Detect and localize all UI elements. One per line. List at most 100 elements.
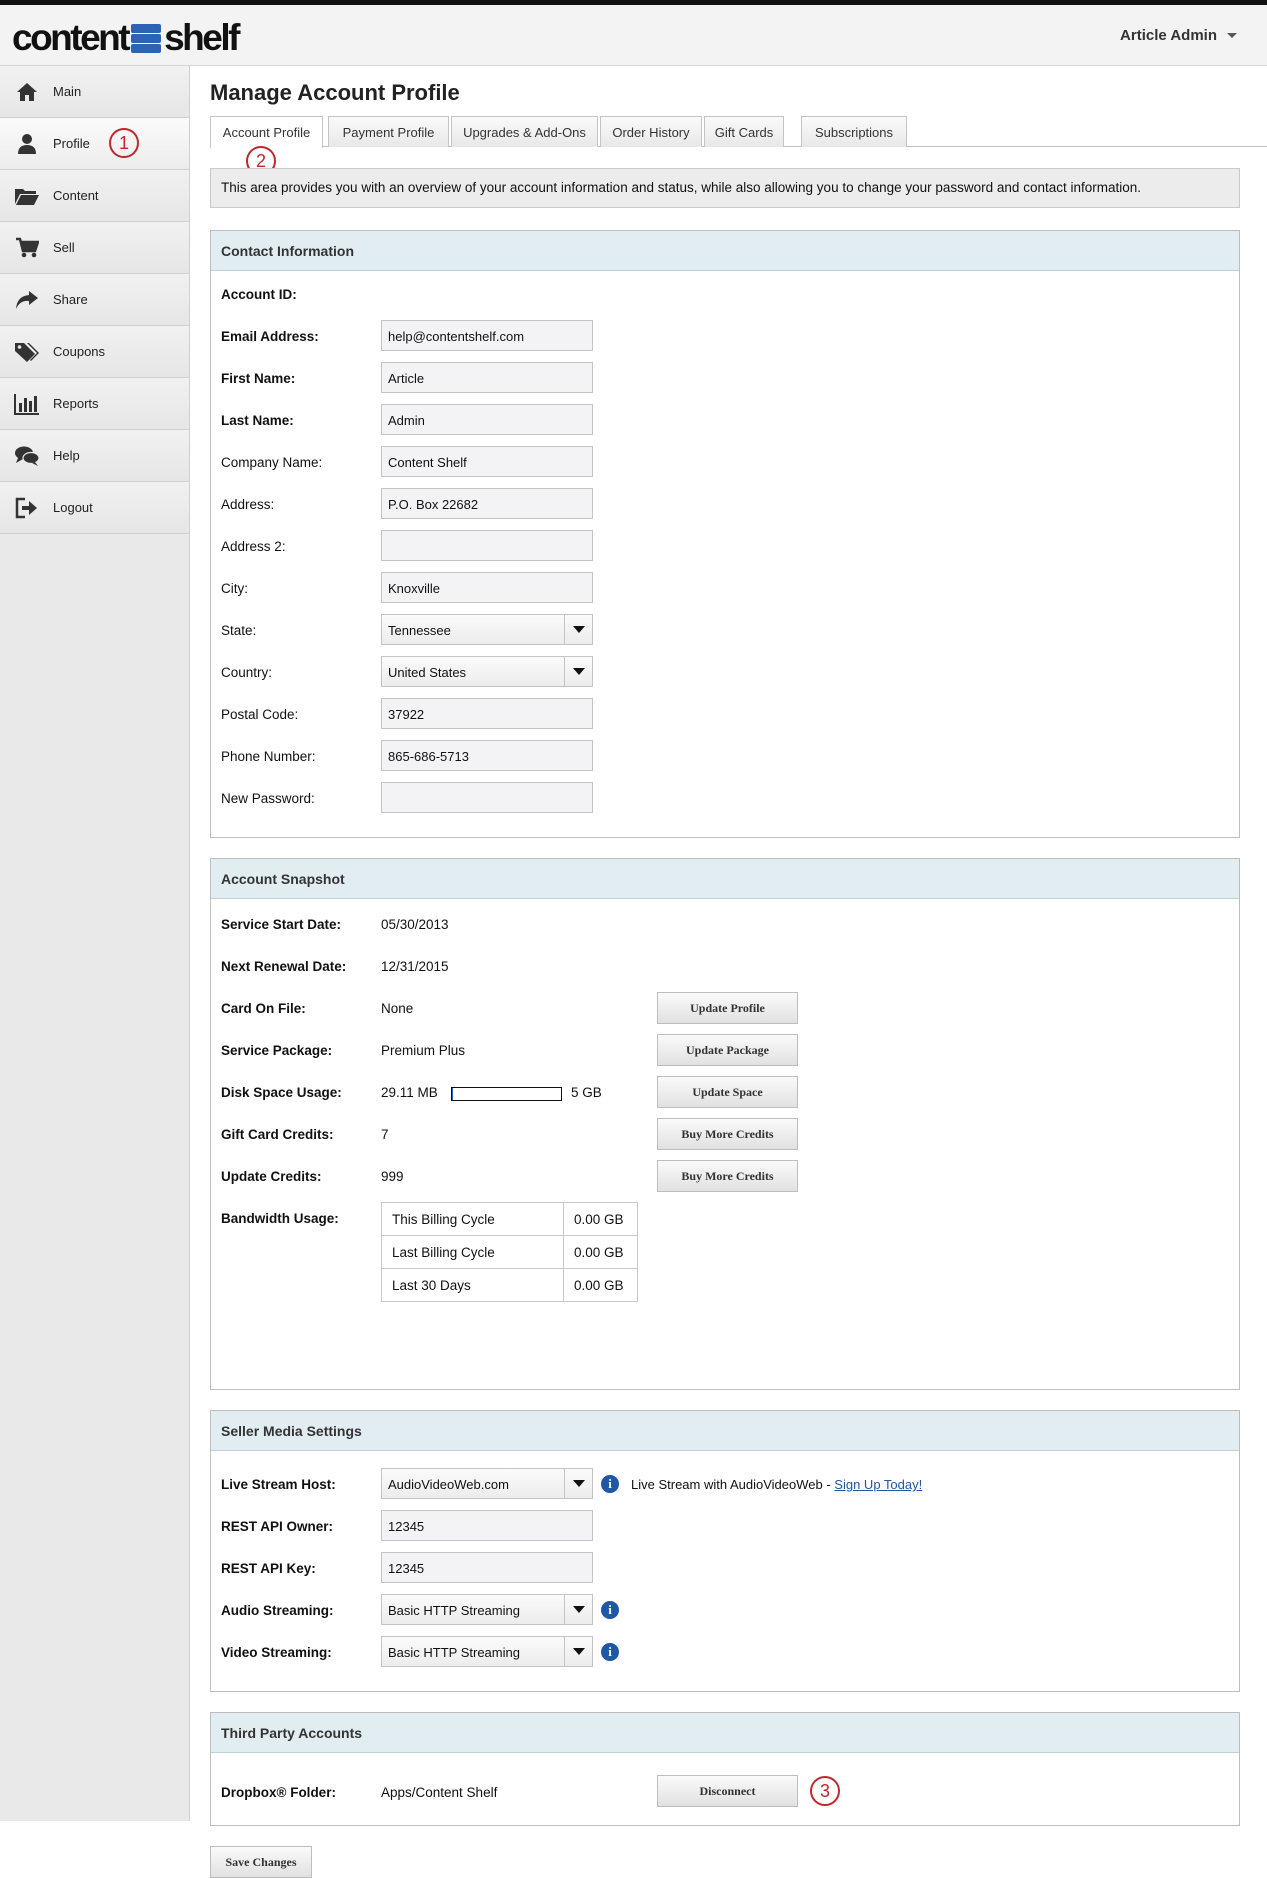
last-name-label: Last Name: — [221, 413, 294, 428]
postal-code-label: Postal Code: — [221, 707, 299, 722]
service-start-value: 05/30/2013 — [381, 917, 449, 932]
rest-api-key-label: REST API Key: — [221, 1561, 316, 1576]
tab-gift-cards[interactable]: Gift Cards — [704, 116, 784, 147]
panel-title: Seller Media Settings — [211, 1411, 1239, 1451]
audio-streaming-value: Basic HTTP Streaming — [388, 1603, 520, 1618]
phone-label: Phone Number: — [221, 749, 316, 764]
next-renewal-label: Next Renewal Date: — [221, 959, 347, 974]
buy-more-gift-credits-button[interactable]: Buy More Credits — [657, 1118, 798, 1150]
callout-marker-1: 1 — [109, 128, 139, 158]
table-row: Last Billing Cycle 0.00 GB — [381, 1235, 638, 1269]
video-streaming-select[interactable]: Basic HTTP Streaming — [381, 1636, 593, 1667]
sidebar-item-label: Main — [53, 84, 82, 99]
chevron-down-icon — [1227, 33, 1237, 38]
service-package-label: Service Package: — [221, 1043, 333, 1058]
address2-field[interactable] — [381, 530, 593, 561]
city-field[interactable]: Knoxville — [381, 572, 593, 603]
audio-streaming-select[interactable]: Basic HTTP Streaming — [381, 1594, 593, 1625]
company-label: Company Name: — [221, 455, 323, 470]
contact-information-panel: Contact Information Account ID: Email Ad… — [210, 230, 1240, 838]
bandwidth-value: 0.00 GB — [563, 1235, 638, 1269]
info-icon[interactable]: i — [601, 1643, 619, 1661]
dropdown-arrow-icon — [564, 1595, 592, 1624]
tab-subscriptions[interactable]: Subscriptions — [801, 116, 907, 147]
callout-marker-3: 3 — [810, 1776, 840, 1806]
rest-api-key-field[interactable]: 12345 — [381, 1552, 593, 1583]
sidebar-item-help[interactable]: Help — [0, 430, 189, 482]
postal-code-field[interactable]: 37922 — [381, 698, 593, 729]
state-select[interactable]: Tennessee — [381, 614, 593, 645]
tab-payment-profile[interactable]: Payment Profile — [328, 116, 449, 147]
tab-order-history[interactable]: Order History — [600, 116, 702, 147]
user-icon — [14, 132, 40, 156]
user-menu[interactable]: Article Admin — [1120, 27, 1237, 44]
sidebar-item-label: Coupons — [53, 344, 106, 359]
sidebar-item-label: Sell — [53, 240, 75, 255]
gift-card-credits-value: 7 — [381, 1127, 389, 1142]
address-field[interactable]: P.O. Box 22682 — [381, 488, 593, 519]
logout-icon — [14, 496, 40, 520]
info-notice: This area provides you with an overview … — [210, 168, 1240, 208]
video-streaming-label: Video Streaming: — [221, 1645, 332, 1660]
phone-field[interactable]: 865-686-5713 — [381, 740, 593, 771]
sidebar-item-profile[interactable]: Profile 1 — [0, 118, 189, 170]
dropbox-folder-label: Dropbox® Folder: — [221, 1785, 336, 1800]
new-password-field[interactable] — [381, 782, 593, 813]
rest-api-owner-field[interactable]: 12345 — [381, 1510, 593, 1541]
logo-stack-icon — [131, 21, 162, 55]
live-stream-note-text: Live Stream with AudioVideoWeb - — [631, 1477, 835, 1492]
email-label: Email Address: — [221, 329, 319, 344]
bar-chart-icon — [14, 392, 40, 416]
buy-more-update-credits-button[interactable]: Buy More Credits — [657, 1160, 798, 1192]
first-name-field[interactable]: Article — [381, 362, 593, 393]
bandwidth-usage-label: Bandwidth Usage: — [221, 1211, 339, 1226]
email-field[interactable]: help@contentshelf.com — [381, 320, 593, 351]
country-select[interactable]: United States — [381, 656, 593, 687]
tab-account-profile[interactable]: Account Profile — [210, 116, 323, 148]
save-changes-button[interactable]: Save Changes — [210, 1846, 312, 1878]
sidebar-item-main[interactable]: Main — [0, 66, 189, 118]
account-snapshot-panel: Account Snapshot Service Start Date: 05/… — [210, 858, 1240, 1390]
gift-card-credits-label: Gift Card Credits: — [221, 1127, 334, 1142]
info-icon[interactable]: i — [601, 1601, 619, 1619]
update-profile-button[interactable]: Update Profile — [657, 992, 798, 1024]
bandwidth-period: This Billing Cycle — [381, 1202, 564, 1236]
update-space-button[interactable]: Update Space — [657, 1076, 798, 1108]
info-icon[interactable]: i — [601, 1475, 619, 1493]
dropbox-folder-value: Apps/Content Shelf — [381, 1785, 498, 1800]
disconnect-button[interactable]: Disconnect — [657, 1775, 798, 1807]
service-package-value: Premium Plus — [381, 1043, 466, 1058]
card-on-file-label: Card On File: — [221, 1001, 306, 1016]
disk-total-value: 5 GB — [571, 1085, 602, 1100]
bandwidth-value: 0.00 GB — [563, 1268, 638, 1302]
sidebar-item-label: Reports — [53, 396, 99, 411]
dropdown-arrow-icon — [564, 1469, 592, 1498]
live-stream-host-select[interactable]: AudioVideoWeb.com — [381, 1468, 593, 1499]
seller-media-settings-panel: Seller Media Settings Live Stream Host: … — [210, 1410, 1240, 1692]
sidebar-item-reports[interactable]: Reports — [0, 378, 189, 430]
sidebar-item-content[interactable]: Content — [0, 170, 189, 222]
dropdown-arrow-icon — [564, 615, 592, 644]
country-value: United States — [388, 665, 467, 680]
company-field[interactable]: Content Shelf — [381, 446, 593, 477]
state-value: Tennessee — [388, 623, 451, 638]
panel-title: Account Snapshot — [211, 859, 1239, 899]
sidebar-item-label: Profile — [53, 136, 90, 151]
sidebar-item-logout[interactable]: Logout — [0, 482, 189, 534]
update-package-button[interactable]: Update Package — [657, 1034, 798, 1066]
sidebar-item-sell[interactable]: Sell — [0, 222, 189, 274]
app-header: content shelf Article Admin — [0, 5, 1267, 66]
logo-text-content: content — [12, 17, 131, 58]
logo[interactable]: content shelf — [12, 17, 240, 59]
dropdown-arrow-icon — [564, 657, 592, 686]
chat-icon — [14, 444, 40, 468]
update-credits-value: 999 — [381, 1169, 404, 1184]
disk-usage-bar — [451, 1087, 562, 1101]
sign-up-link[interactable]: Sign Up Today! — [834, 1477, 922, 1492]
sidebar-item-share[interactable]: Share — [0, 274, 189, 326]
last-name-field[interactable]: Admin — [381, 404, 593, 435]
bandwidth-table: This Billing Cycle 0.00 GB Last Billing C… — [381, 1202, 638, 1302]
tab-upgrades-addons[interactable]: Upgrades & Add-Ons — [451, 116, 598, 147]
third-party-accounts-panel: Third Party Accounts Dropbox® Folder: Ap… — [210, 1712, 1240, 1826]
sidebar-item-coupons[interactable]: Coupons — [0, 326, 189, 378]
